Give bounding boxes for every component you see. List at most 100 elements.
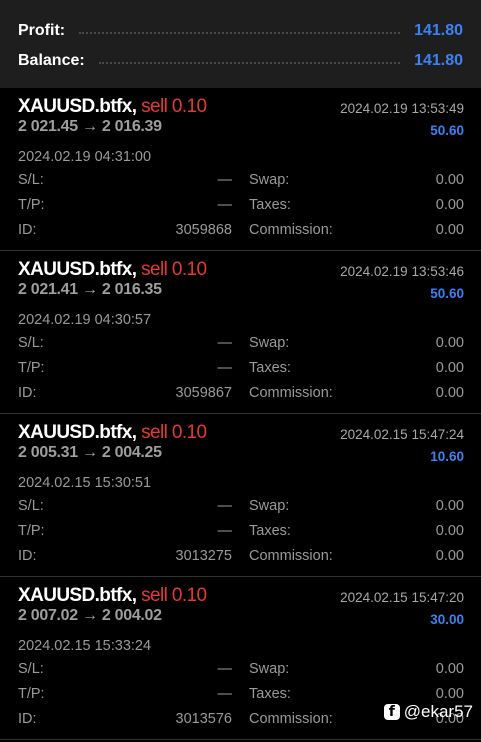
deal-close-time: 2024.02.15 15:47:24: [340, 427, 464, 442]
profit-value: 141.80: [414, 22, 463, 39]
deal-symbol: XAUUSD.btfx, sell 0.10: [18, 96, 207, 118]
commission-value: 0.00: [435, 385, 464, 401]
swap-value: 0.00: [435, 335, 464, 351]
deal-prices: 2 021.41 → 2 016.35: [18, 281, 162, 298]
detail-row: S/L: — Swap: 0.00: [18, 661, 464, 686]
deal-open-time: 2024.02.19 04:31:00: [18, 149, 152, 165]
detail-row: S/L: — Swap: 0.00: [18, 335, 464, 360]
deal-details: S/L: — Swap: 0.00 T/P: — Taxes: 0.00 ID:…: [18, 498, 464, 573]
detail-row: T/P: — Taxes: 0.00: [18, 197, 464, 222]
sl-label: S/L:: [18, 498, 44, 514]
deal-prices: 2 007.02 → 2 004.02: [18, 607, 162, 624]
deal-close-time: 2024.02.19 13:53:46: [340, 264, 464, 279]
deal-item[interactable]: XAUUSD.btfx, sell 0.10 2024.02.19 13:53:…: [0, 251, 481, 414]
tp-label: T/P:: [18, 360, 45, 376]
deal-close-time: 2024.02.15 15:47:20: [340, 590, 464, 605]
deal-details: S/L: — Swap: 0.00 T/P: — Taxes: 0.00 ID:…: [18, 172, 464, 247]
balance-row: Balance: 141.80: [18, 46, 463, 76]
id-label: ID:: [18, 385, 37, 401]
dotted-leader: [98, 62, 401, 64]
tp-value: —: [217, 686, 233, 702]
symbol-text: XAUUSD.btfx,: [18, 259, 137, 280]
commission-value: 0.00: [435, 548, 464, 564]
taxes-label: Taxes:: [249, 523, 291, 539]
dotted-leader: [79, 32, 401, 34]
detail-row: ID: 3059868 Commission: 0.00: [18, 222, 464, 247]
symbol-text: XAUUSD.btfx,: [18, 585, 137, 606]
commission-value: 0.00: [435, 222, 464, 238]
watermark-text: @ekar57: [403, 702, 473, 721]
deal-details: S/L: — Swap: 0.00 T/P: — Taxes: 0.00 ID:…: [18, 335, 464, 410]
id-value: 3059868: [175, 222, 232, 238]
id-value: 3013275: [175, 548, 232, 564]
detail-row: S/L: — Swap: 0.00: [18, 172, 464, 197]
deal-close-time: 2024.02.19 13:53:49: [340, 101, 464, 116]
taxes-label: Taxes:: [249, 360, 291, 376]
deal-details: S/L: — Swap: 0.00 T/P: — Taxes: 0.00 ID:…: [18, 661, 464, 736]
symbol-text: XAUUSD.btfx,: [18, 96, 137, 117]
symbol-text: XAUUSD.btfx,: [18, 422, 137, 443]
tp-label: T/P:: [18, 686, 45, 702]
swap-value: 0.00: [435, 661, 464, 677]
commission-label: Commission:: [249, 222, 333, 238]
deal-profit: 30.00: [430, 612, 464, 627]
sl-value: —: [217, 661, 233, 677]
deal-item[interactable]: XAUUSD.btfx, sell 0.10 2024.02.15 15:47:…: [0, 414, 481, 577]
sl-value: —: [217, 335, 233, 351]
deal-profit: 50.60: [430, 123, 464, 138]
commission-label: Commission:: [249, 385, 333, 401]
account-summary: Profit: 141.80 Balance: 141.80: [0, 0, 481, 88]
deal-list: XAUUSD.btfx, sell 0.10 2024.02.19 13:53:…: [0, 88, 481, 740]
deal-side: sell 0.10: [141, 585, 207, 606]
sl-label: S/L:: [18, 172, 44, 188]
profit-label: Profit:: [18, 22, 66, 39]
taxes-value: 0.00: [435, 360, 464, 376]
detail-row: ID: 3059867 Commission: 0.00: [18, 385, 464, 410]
swap-label: Swap:: [249, 661, 290, 677]
taxes-value: 0.00: [435, 686, 464, 702]
taxes-value: 0.00: [435, 197, 464, 213]
tp-label: T/P:: [18, 197, 45, 213]
balance-label: Balance:: [18, 52, 85, 69]
sl-label: S/L:: [18, 661, 44, 677]
id-value: 3059867: [175, 385, 232, 401]
detail-row: S/L: — Swap: 0.00: [18, 498, 464, 523]
detail-row: ID: 3013275 Commission: 0.00: [18, 548, 464, 573]
taxes-label: Taxes:: [249, 686, 291, 702]
facebook-icon: f: [383, 704, 400, 720]
commission-label: Commission:: [249, 711, 333, 727]
balance-value: 141.80: [414, 52, 463, 69]
id-value: 3013576: [175, 711, 232, 727]
deal-profit: 10.60: [430, 449, 464, 464]
swap-label: Swap:: [249, 498, 290, 514]
profit-row: Profit: 141.80: [18, 16, 463, 46]
deal-open-time: 2024.02.19 04:30:57: [18, 312, 152, 328]
id-label: ID:: [18, 711, 37, 727]
deal-symbol: XAUUSD.btfx, sell 0.10: [18, 422, 207, 444]
tp-value: —: [217, 523, 233, 539]
swap-label: Swap:: [249, 335, 290, 351]
sl-label: S/L:: [18, 335, 44, 351]
deal-side: sell 0.10: [141, 259, 207, 280]
deal-symbol: XAUUSD.btfx, sell 0.10: [18, 585, 207, 607]
sl-value: —: [217, 498, 233, 514]
deal-symbol: XAUUSD.btfx, sell 0.10: [18, 259, 207, 281]
deal-prices: 2 021.45 → 2 016.39: [18, 118, 162, 135]
deal-item[interactable]: XAUUSD.btfx, sell 0.10 2024.02.19 13:53:…: [0, 88, 481, 251]
detail-row: T/P: — Taxes: 0.00: [18, 523, 464, 548]
tp-value: —: [217, 197, 233, 213]
taxes-value: 0.00: [435, 523, 464, 539]
detail-row: T/P: — Taxes: 0.00: [18, 360, 464, 385]
swap-label: Swap:: [249, 172, 290, 188]
swap-value: 0.00: [435, 498, 464, 514]
deal-profit: 50.60: [430, 286, 464, 301]
id-label: ID:: [18, 548, 37, 564]
commission-label: Commission:: [249, 548, 333, 564]
deal-open-time: 2024.02.15 15:33:24: [18, 638, 152, 654]
deal-side: sell 0.10: [141, 96, 207, 117]
taxes-label: Taxes:: [249, 197, 291, 213]
deal-open-time: 2024.02.15 15:30:51: [18, 475, 152, 491]
sl-value: —: [217, 172, 233, 188]
swap-value: 0.00: [435, 172, 464, 188]
deal-side: sell 0.10: [141, 422, 207, 443]
